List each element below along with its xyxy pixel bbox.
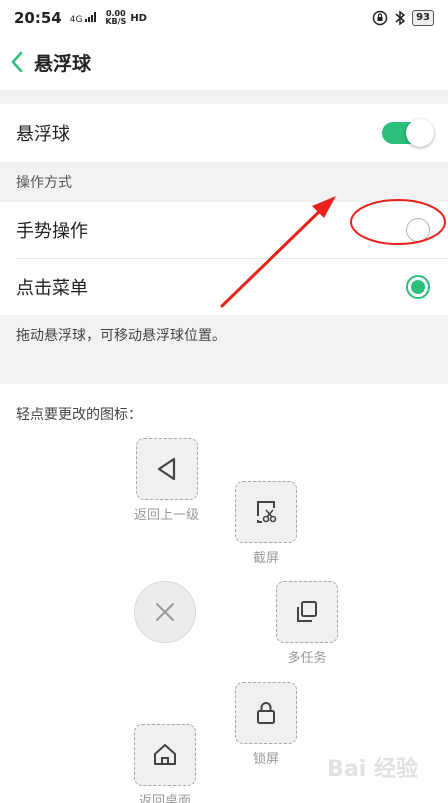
icon-slot-home[interactable]: 返回桌面 bbox=[134, 724, 196, 803]
status-time: 20:54 bbox=[14, 9, 62, 27]
speed-unit: KB/S bbox=[105, 17, 127, 26]
switch-knob bbox=[406, 119, 434, 147]
toggle-label: 悬浮球 bbox=[16, 124, 70, 145]
back-triangle-icon bbox=[157, 457, 175, 481]
network-indicator: 4G bbox=[69, 11, 100, 25]
icon-caption: 截屏 bbox=[252, 551, 279, 566]
signal-icon bbox=[85, 11, 97, 22]
screenshot-icon bbox=[257, 501, 277, 523]
icon-caption: 锁屏 bbox=[252, 752, 279, 767]
app-bar: 悬浮球 bbox=[0, 36, 448, 88]
back-chevron-icon[interactable] bbox=[10, 48, 30, 76]
home-icon bbox=[154, 744, 176, 765]
icon-caption: 多任务 bbox=[287, 651, 327, 666]
rotation-lock-icon bbox=[372, 10, 388, 26]
icon-slot-lock[interactable]: 锁屏 bbox=[235, 682, 297, 767]
icon-slot-back[interactable]: 返回上一级 bbox=[134, 438, 199, 523]
radio-dot bbox=[411, 280, 425, 294]
back-box[interactable] bbox=[135, 438, 198, 500]
bluetooth-icon bbox=[395, 10, 406, 26]
option-label: 手势操作 bbox=[16, 221, 88, 242]
close-icon bbox=[156, 603, 174, 621]
option-click-menu[interactable]: 点击菜单 bbox=[0, 259, 448, 315]
lock-box[interactable] bbox=[235, 682, 297, 744]
battery-indicator: 93 bbox=[412, 10, 434, 26]
floating-ball-switch[interactable] bbox=[382, 119, 434, 147]
icons-section-title: 轻点要更改的图标： bbox=[16, 407, 142, 423]
status-bar: 20:54 4G 0.00 KB/S HD 93 bbox=[0, 0, 448, 36]
click-menu-radio[interactable] bbox=[406, 275, 430, 299]
network-speed: 0.00 KB/S bbox=[105, 10, 126, 26]
icon-caption: 返回桌面 bbox=[138, 794, 191, 803]
separator bbox=[0, 90, 448, 104]
icon-caption: 返回上一级 bbox=[134, 508, 200, 523]
page-title: 悬浮球 bbox=[34, 52, 92, 75]
icon-slot-multitask[interactable]: 多任务 bbox=[276, 581, 338, 666]
section-title: 操作方式 bbox=[16, 175, 72, 191]
hint-text: 拖动悬浮球，可移动悬浮球位置。 bbox=[16, 328, 226, 344]
screenshot-box[interactable] bbox=[235, 481, 297, 543]
option-gesture[interactable]: 手势操作 bbox=[0, 202, 448, 258]
option-label: 点击菜单 bbox=[16, 278, 88, 299]
network-type: 4G bbox=[69, 14, 83, 25]
multitask-box[interactable] bbox=[276, 581, 338, 643]
lock-icon bbox=[257, 702, 275, 724]
floating-ball-toggle-row[interactable]: 悬浮球 bbox=[0, 104, 448, 162]
watermark: Bai 经验 bbox=[327, 757, 418, 782]
hd-badge: HD bbox=[130, 12, 147, 24]
gesture-radio[interactable] bbox=[406, 218, 430, 242]
home-box[interactable] bbox=[134, 724, 196, 786]
status-right: 93 bbox=[372, 10, 434, 26]
icon-slot-screenshot[interactable]: 截屏 bbox=[235, 481, 297, 566]
floating-ball-center[interactable] bbox=[134, 581, 196, 643]
multitask-icon bbox=[297, 601, 317, 622]
